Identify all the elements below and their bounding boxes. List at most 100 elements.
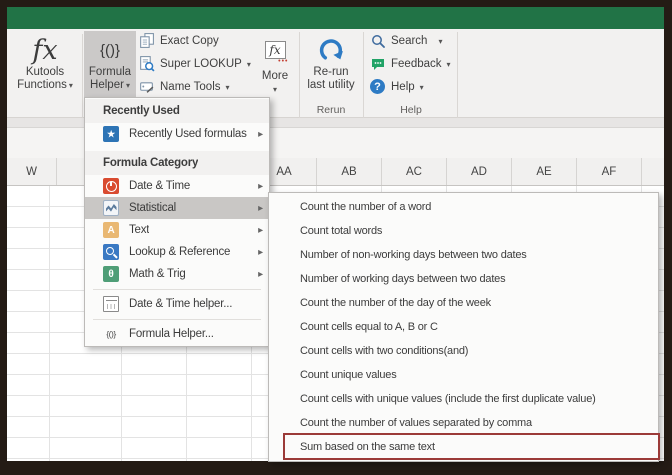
submenu-item-label: Number of non-working days between two d… bbox=[300, 249, 527, 261]
menu-item-icon bbox=[103, 126, 119, 142]
menu-item-icon bbox=[103, 200, 119, 216]
rerun-label-1: Re-run bbox=[313, 66, 349, 78]
column-header-label: AB bbox=[341, 165, 357, 178]
menu-entry[interactable]: Date & Time helper... bbox=[85, 293, 269, 315]
menu-item-label: Recently Used formulas bbox=[129, 128, 247, 140]
column-header[interactable]: AD bbox=[447, 158, 512, 185]
dropdown-caret-icon bbox=[247, 58, 251, 70]
column-header-label: W bbox=[26, 165, 37, 178]
column-header-label: AA bbox=[276, 165, 292, 178]
submenu-item[interactable]: Count cells with two conditions(and) bbox=[269, 339, 658, 363]
column-header-label: AD bbox=[471, 165, 487, 178]
submenu-item[interactable]: Count total words bbox=[269, 219, 658, 243]
menu-item-label: Lookup & Reference bbox=[129, 246, 231, 258]
column-header-label: AE bbox=[536, 165, 552, 178]
more-button[interactable]: More bbox=[253, 31, 297, 103]
submenu-item-label: Number of working days between two dates bbox=[300, 273, 506, 285]
exact-copy-label: Exact Copy bbox=[160, 34, 219, 47]
dropdown-caret-icon bbox=[438, 35, 442, 47]
ribbon-group-divider bbox=[363, 32, 364, 132]
menu-entry[interactable]: Math & Trig bbox=[85, 263, 269, 285]
rerun-last-utility-button[interactable]: Re-run last utility bbox=[302, 31, 360, 103]
help-group-label: Help bbox=[400, 104, 422, 116]
menu-entry[interactable] bbox=[85, 285, 269, 293]
dropdown-caret-icon bbox=[69, 79, 73, 92]
submenu-item[interactable]: Sum based on the same text bbox=[269, 435, 658, 459]
curly-braces-icon bbox=[100, 34, 120, 66]
menu-item-label: Formula Helper... bbox=[129, 328, 214, 340]
kutools-functions-label-2: Functions bbox=[17, 79, 67, 91]
super-lookup-label: Super LOOKUP bbox=[160, 57, 242, 70]
column-header[interactable]: AB bbox=[317, 158, 382, 185]
name-tools-label: Name Tools bbox=[160, 80, 221, 93]
help-label: Help bbox=[391, 80, 415, 93]
menu-entry[interactable]: Text bbox=[85, 219, 269, 241]
name-tools-button[interactable]: Name Tools bbox=[138, 76, 230, 97]
kutools-functions-label-1: Kutools bbox=[25, 66, 65, 78]
submenu-item[interactable]: Number of non-working days between two d… bbox=[269, 243, 658, 267]
help-button[interactable]: Help bbox=[369, 76, 424, 97]
super-lookup-button[interactable]: Super LOOKUP bbox=[138, 53, 251, 74]
column-header-label: AC bbox=[406, 165, 422, 178]
formula-helper-label-1: Formula bbox=[88, 66, 132, 78]
search-label: Search bbox=[391, 34, 428, 47]
menu-entry[interactable]: Lookup & Reference bbox=[85, 241, 269, 263]
fx-icon bbox=[32, 34, 57, 66]
submenu-item[interactable]: Count unique values bbox=[269, 363, 658, 387]
submenu-item[interactable]: Count the number of a word bbox=[269, 195, 658, 219]
column-header[interactable]: AF bbox=[577, 158, 642, 185]
menu-entry[interactable]: Recently Used bbox=[85, 99, 269, 123]
submenu-item-label: Count cells equal to A, B or C bbox=[300, 321, 438, 333]
dropdown-caret-icon bbox=[226, 81, 230, 93]
submenu-item[interactable]: Number of working days between two dates bbox=[269, 267, 658, 291]
dropdown-caret-icon bbox=[447, 58, 451, 70]
menu-item-label: Math & Trig bbox=[129, 268, 186, 280]
column-header[interactable]: W bbox=[7, 158, 57, 185]
fx-box-icon bbox=[264, 34, 289, 66]
menu-entry[interactable] bbox=[85, 315, 269, 323]
menu-entry[interactable]: Date & Time bbox=[85, 175, 269, 197]
help-question-icon bbox=[369, 78, 386, 95]
submenu-arrow-icon bbox=[258, 268, 263, 280]
menu-item-icon bbox=[103, 266, 119, 282]
formula-helper-label-2: Helper bbox=[90, 79, 124, 91]
menu-item-label: Text bbox=[129, 224, 150, 236]
search-button[interactable]: Search bbox=[369, 30, 442, 51]
submenu-item-label: Count the number of values separated by … bbox=[300, 417, 532, 429]
submenu-item-label: Count unique values bbox=[300, 369, 397, 381]
menu-item-label: Recently Used bbox=[103, 105, 180, 117]
submenu-item[interactable]: Count the number of the day of the week bbox=[269, 291, 658, 315]
dropdown-caret-icon bbox=[273, 83, 277, 96]
submenu-item-label: Count cells with two conditions(and) bbox=[300, 345, 469, 357]
ribbon-group-divider bbox=[457, 32, 458, 132]
menu-entry[interactable]: Formula Helper... bbox=[85, 323, 269, 345]
screenshot-frame: Kutools Functions Formula Helper Exact C… bbox=[0, 0, 672, 475]
submenu-arrow-icon bbox=[258, 246, 263, 258]
menu-entry[interactable]: Recently Used formulas bbox=[85, 123, 269, 145]
column-header[interactable]: AC bbox=[382, 158, 447, 185]
menu-item-icon bbox=[103, 222, 119, 238]
dropdown-caret-icon bbox=[126, 79, 130, 92]
excel-titlebar bbox=[7, 7, 664, 29]
menu-item-icon bbox=[103, 178, 119, 194]
submenu-item-label: Count total words bbox=[300, 225, 383, 237]
formula-helper-button[interactable]: Formula Helper bbox=[84, 31, 136, 104]
menu-item-label: Date & Time bbox=[129, 180, 191, 192]
feedback-button[interactable]: Feedback bbox=[369, 53, 451, 74]
submenu-arrow-icon bbox=[258, 128, 263, 140]
kutools-functions-button[interactable]: Kutools Functions bbox=[9, 31, 81, 103]
submenu-item-label: Count cells with unique values (include … bbox=[300, 393, 596, 405]
submenu-arrow-icon bbox=[258, 202, 263, 214]
submenu-item[interactable]: Count cells equal to A, B or C bbox=[269, 315, 658, 339]
redo-arrow-icon bbox=[318, 34, 345, 66]
column-header[interactable]: AE bbox=[512, 158, 577, 185]
submenu-item[interactable]: Count cells with unique values (include … bbox=[269, 387, 658, 411]
submenu-arrow-icon bbox=[258, 180, 263, 192]
dropdown-caret-icon bbox=[420, 81, 424, 93]
rerun-group-label: Rerun bbox=[316, 104, 346, 116]
exact-copy-button[interactable]: Exact Copy bbox=[138, 30, 219, 51]
submenu-item[interactable]: Count the number of values separated by … bbox=[269, 411, 658, 435]
menu-entry[interactable]: Formula Category bbox=[85, 151, 269, 175]
more-label: More bbox=[261, 70, 289, 82]
menu-entry[interactable]: Statistical bbox=[85, 197, 269, 219]
